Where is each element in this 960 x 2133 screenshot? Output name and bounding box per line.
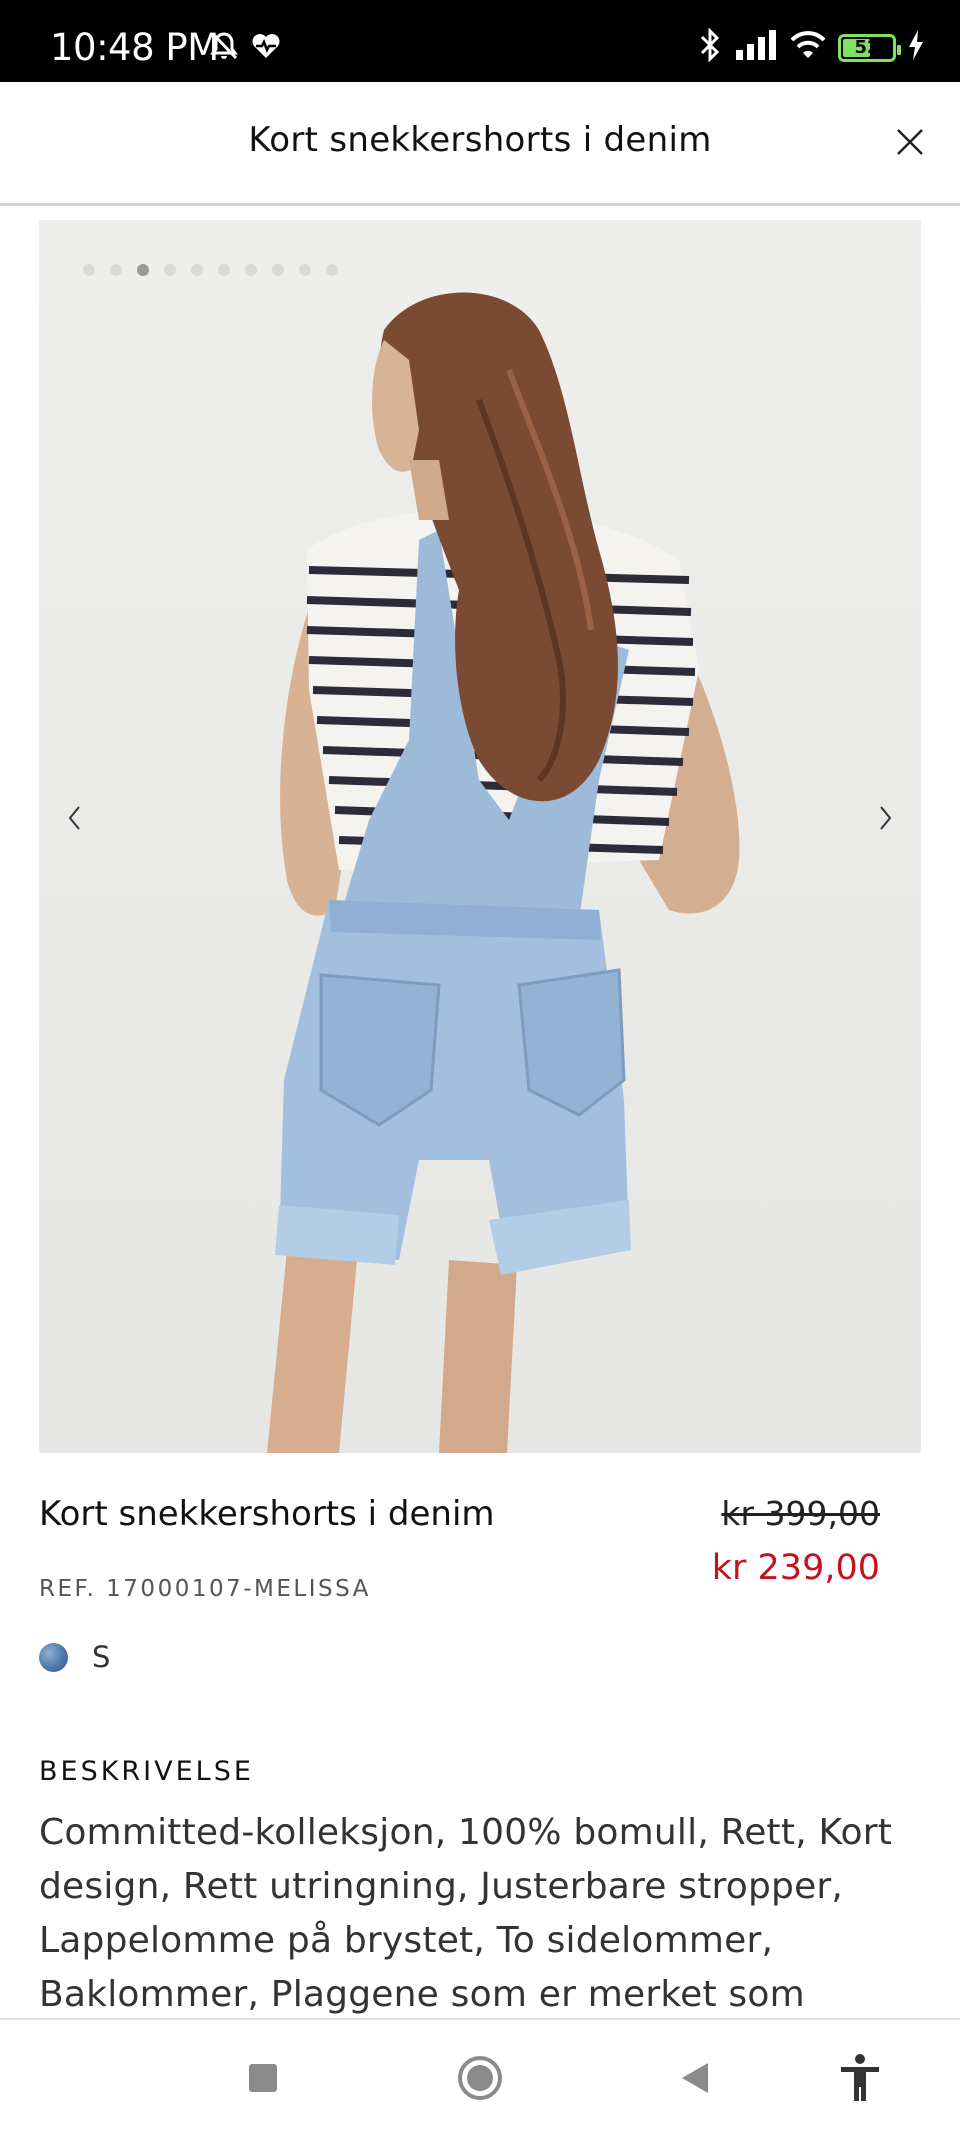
close-icon bbox=[895, 127, 925, 162]
size-label: S bbox=[92, 1640, 111, 1674]
bluetooth-icon bbox=[698, 27, 722, 67]
product-image-gallery[interactable] bbox=[39, 220, 921, 1453]
page-title: Kort snekkershorts i denim bbox=[248, 120, 712, 160]
notifications-off-icon bbox=[208, 30, 240, 67]
status-time: 10:48 PM bbox=[50, 26, 219, 69]
header: Kort snekkershorts i denim bbox=[0, 82, 960, 206]
pagination-dot[interactable] bbox=[218, 264, 230, 276]
close-button[interactable] bbox=[886, 120, 934, 168]
system-nav-bar bbox=[0, 2018, 960, 2133]
pagination-dot[interactable] bbox=[164, 264, 176, 276]
product-reference: REF. 17000107-MELISSA bbox=[39, 1576, 371, 1602]
accessibility-icon bbox=[838, 2053, 882, 2108]
recents-square-icon bbox=[247, 2062, 279, 2099]
pagination-dot-active[interactable] bbox=[137, 264, 149, 276]
original-price: kr 399,00 bbox=[721, 1494, 880, 1533]
product-image bbox=[267, 292, 740, 1453]
accessibility-button[interactable] bbox=[830, 2050, 890, 2110]
battery-icon: 52 bbox=[838, 33, 901, 62]
charging-icon bbox=[908, 30, 924, 65]
recents-button[interactable] bbox=[233, 2050, 293, 2110]
status-right-icons: 52 bbox=[698, 27, 924, 67]
pagination-dot[interactable] bbox=[245, 264, 257, 276]
chevron-left-icon bbox=[65, 803, 85, 838]
status-bar: 10:48 PM 52 bbox=[0, 0, 960, 82]
gallery-prev-button[interactable] bbox=[45, 790, 105, 850]
pagination-dot[interactable] bbox=[83, 264, 95, 276]
signal-icon bbox=[734, 30, 778, 65]
home-circle-icon bbox=[457, 2055, 503, 2106]
description-heading: BESKRIVELSE bbox=[39, 1756, 254, 1787]
chevron-right-icon bbox=[875, 803, 895, 838]
pagination-dot[interactable] bbox=[272, 264, 284, 276]
back-triangle-icon bbox=[678, 2061, 712, 2100]
sale-price: kr 239,00 bbox=[711, 1548, 880, 1588]
wifi-icon bbox=[790, 30, 826, 65]
description-text: Committed-kolleksjon, 100% bomull, Rett,… bbox=[39, 1812, 893, 2015]
heart-pulse-icon bbox=[250, 30, 282, 67]
color-size-row: S bbox=[39, 1640, 110, 1674]
back-button[interactable] bbox=[665, 2050, 725, 2110]
home-button[interactable] bbox=[450, 2050, 510, 2110]
gallery-next-button[interactable] bbox=[855, 790, 915, 850]
pagination-dot[interactable] bbox=[299, 264, 311, 276]
status-left-icons bbox=[208, 30, 282, 67]
pagination-dot[interactable] bbox=[326, 264, 338, 276]
pagination-dot[interactable] bbox=[191, 264, 203, 276]
product-name: Kort snekkershorts i denim bbox=[39, 1494, 495, 1534]
color-swatch[interactable] bbox=[39, 1642, 68, 1672]
gallery-pagination bbox=[83, 264, 338, 276]
pagination-dot[interactable] bbox=[110, 264, 122, 276]
battery-level: 52 bbox=[854, 37, 880, 58]
